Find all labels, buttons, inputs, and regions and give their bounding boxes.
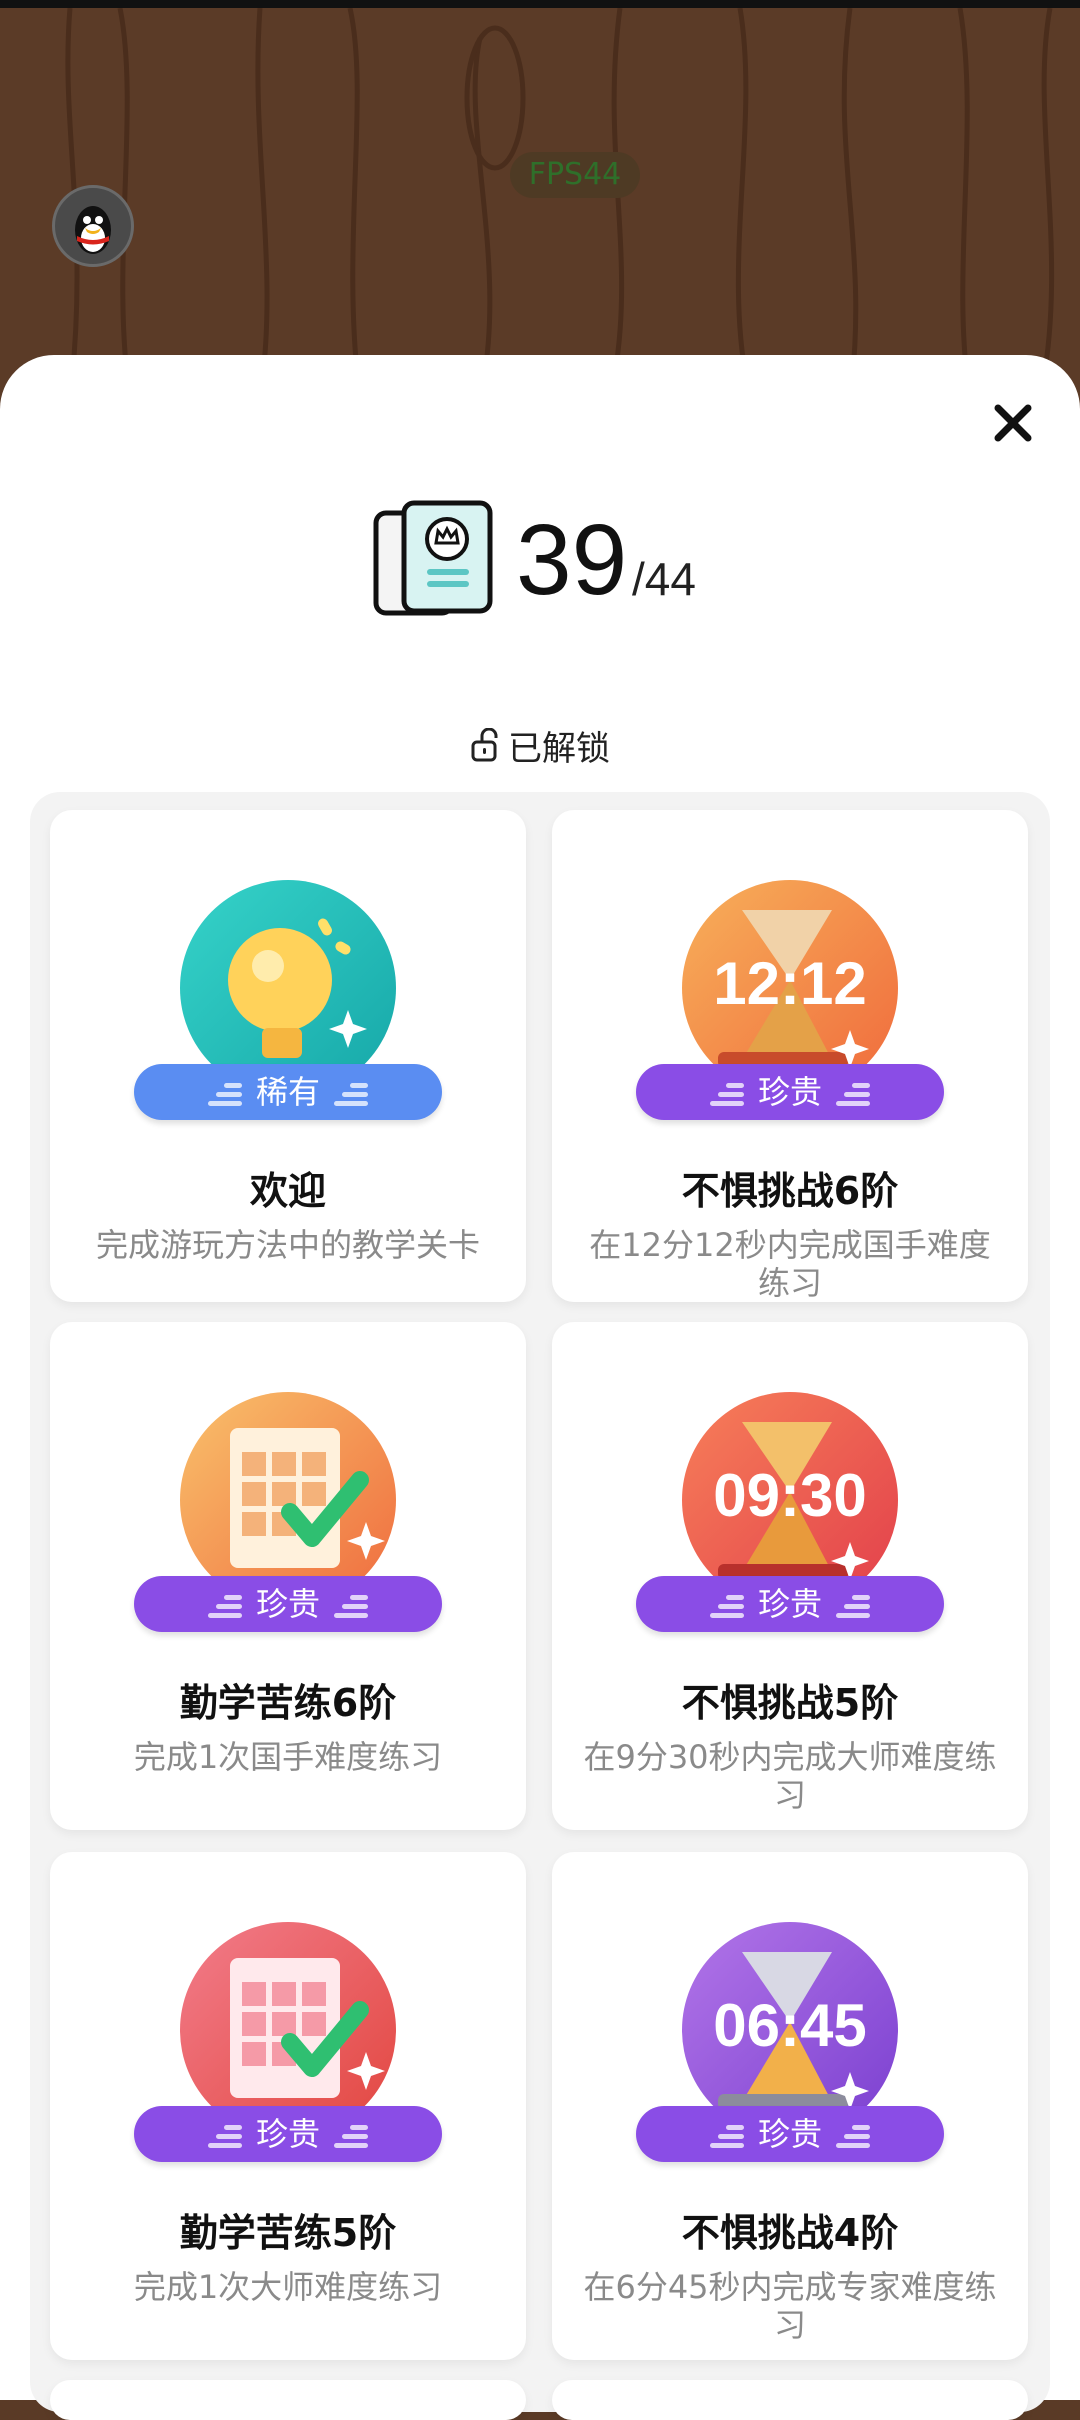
hourglass-medal-icon: 06:45 (682, 1922, 898, 2112)
total-count: /44 (632, 553, 696, 605)
hourglass-medal-icon: 12:12 (682, 880, 898, 1070)
status-bar (0, 0, 1080, 8)
medal-time-text: 09:30 (713, 1462, 866, 1529)
lightbulb-medal-icon (180, 880, 396, 1070)
medal-time-text: 12:12 (713, 950, 866, 1017)
achievement-card-welcome[interactable]: 稀有 欢迎 完成游玩方法中的教学关卡 (50, 810, 526, 1302)
unlocked-count: 39 (516, 504, 628, 616)
rarity-tag: 珍贵 (134, 1576, 442, 1632)
achievement-counter: 39 /44 (372, 495, 752, 625)
achievement-title: 不惧挑战6阶 (681, 1169, 899, 1213)
document-icon (373, 500, 493, 616)
rarity-tag: 珍贵 (134, 2106, 442, 2162)
achievement-desc: 完成1次国手难度练习 (133, 1738, 443, 1776)
achievement-card-challenge-4[interactable]: 06:45 珍贵 不惧挑战4阶 在6分45秒内完成专家难度练习 (552, 1852, 1028, 2360)
achievement-title: 不惧挑战5阶 (681, 1681, 899, 1725)
unlocked-section-header: 已解锁 (470, 722, 610, 769)
rarity-tag: 珍贵 (636, 1064, 944, 1120)
achievement-desc: 在6分45秒内完成专家难度练习 (583, 2268, 997, 2344)
close-icon[interactable] (990, 400, 1036, 446)
achievement-card-challenge-5[interactable]: 09:30 珍贵 不惧挑战5阶 在9分30秒内完成大师难度练习 (552, 1322, 1028, 1830)
rarity-tag: 珍贵 (636, 2106, 944, 2162)
rarity-tag: 珍贵 (636, 1576, 944, 1632)
wood-background (0, 8, 1080, 398)
rarity-tag: 稀有 (134, 1064, 442, 1120)
achievement-card-challenge-6[interactable]: 12:12 珍贵 不惧挑战6阶 在12分12秒内完成国手难度练习 (552, 810, 1028, 1302)
achievement-card-partial[interactable] (50, 2380, 526, 2420)
grid-check-medal-icon (180, 1922, 396, 2112)
medal-time-text: 06:45 (713, 1992, 866, 2059)
section-label: 已解锁 (508, 728, 610, 769)
achievement-card-partial[interactable] (552, 2380, 1028, 2420)
achievement-card-practice-5[interactable]: 珍贵 勤学苦练5阶 完成1次大师难度练习 (50, 1852, 526, 2360)
grid-check-medal-icon (180, 1392, 396, 1582)
achievement-card-practice-6[interactable]: 珍贵 勤学苦练6阶 完成1次国手难度练习 (50, 1322, 526, 1830)
achievement-desc: 在12分12秒内完成国手难度练习 (589, 1226, 991, 1302)
achievement-title: 勤学苦练6阶 (179, 1681, 397, 1725)
achievement-desc: 在9分30秒内完成大师难度练习 (583, 1738, 997, 1814)
achievement-desc: 完成1次大师难度练习 (133, 2268, 443, 2306)
unlock-icon (471, 728, 498, 762)
achievement-title: 不惧挑战4阶 (681, 2211, 899, 2255)
achievement-title: 勤学苦练5阶 (179, 2211, 397, 2255)
hourglass-medal-icon: 09:30 (682, 1392, 898, 1582)
qq-avatar-icon[interactable] (52, 185, 134, 267)
achievement-desc: 完成游玩方法中的教学关卡 (95, 1226, 480, 1264)
fps-label: FPS44 (510, 152, 640, 198)
achievement-title: 欢迎 (249, 1169, 326, 1213)
